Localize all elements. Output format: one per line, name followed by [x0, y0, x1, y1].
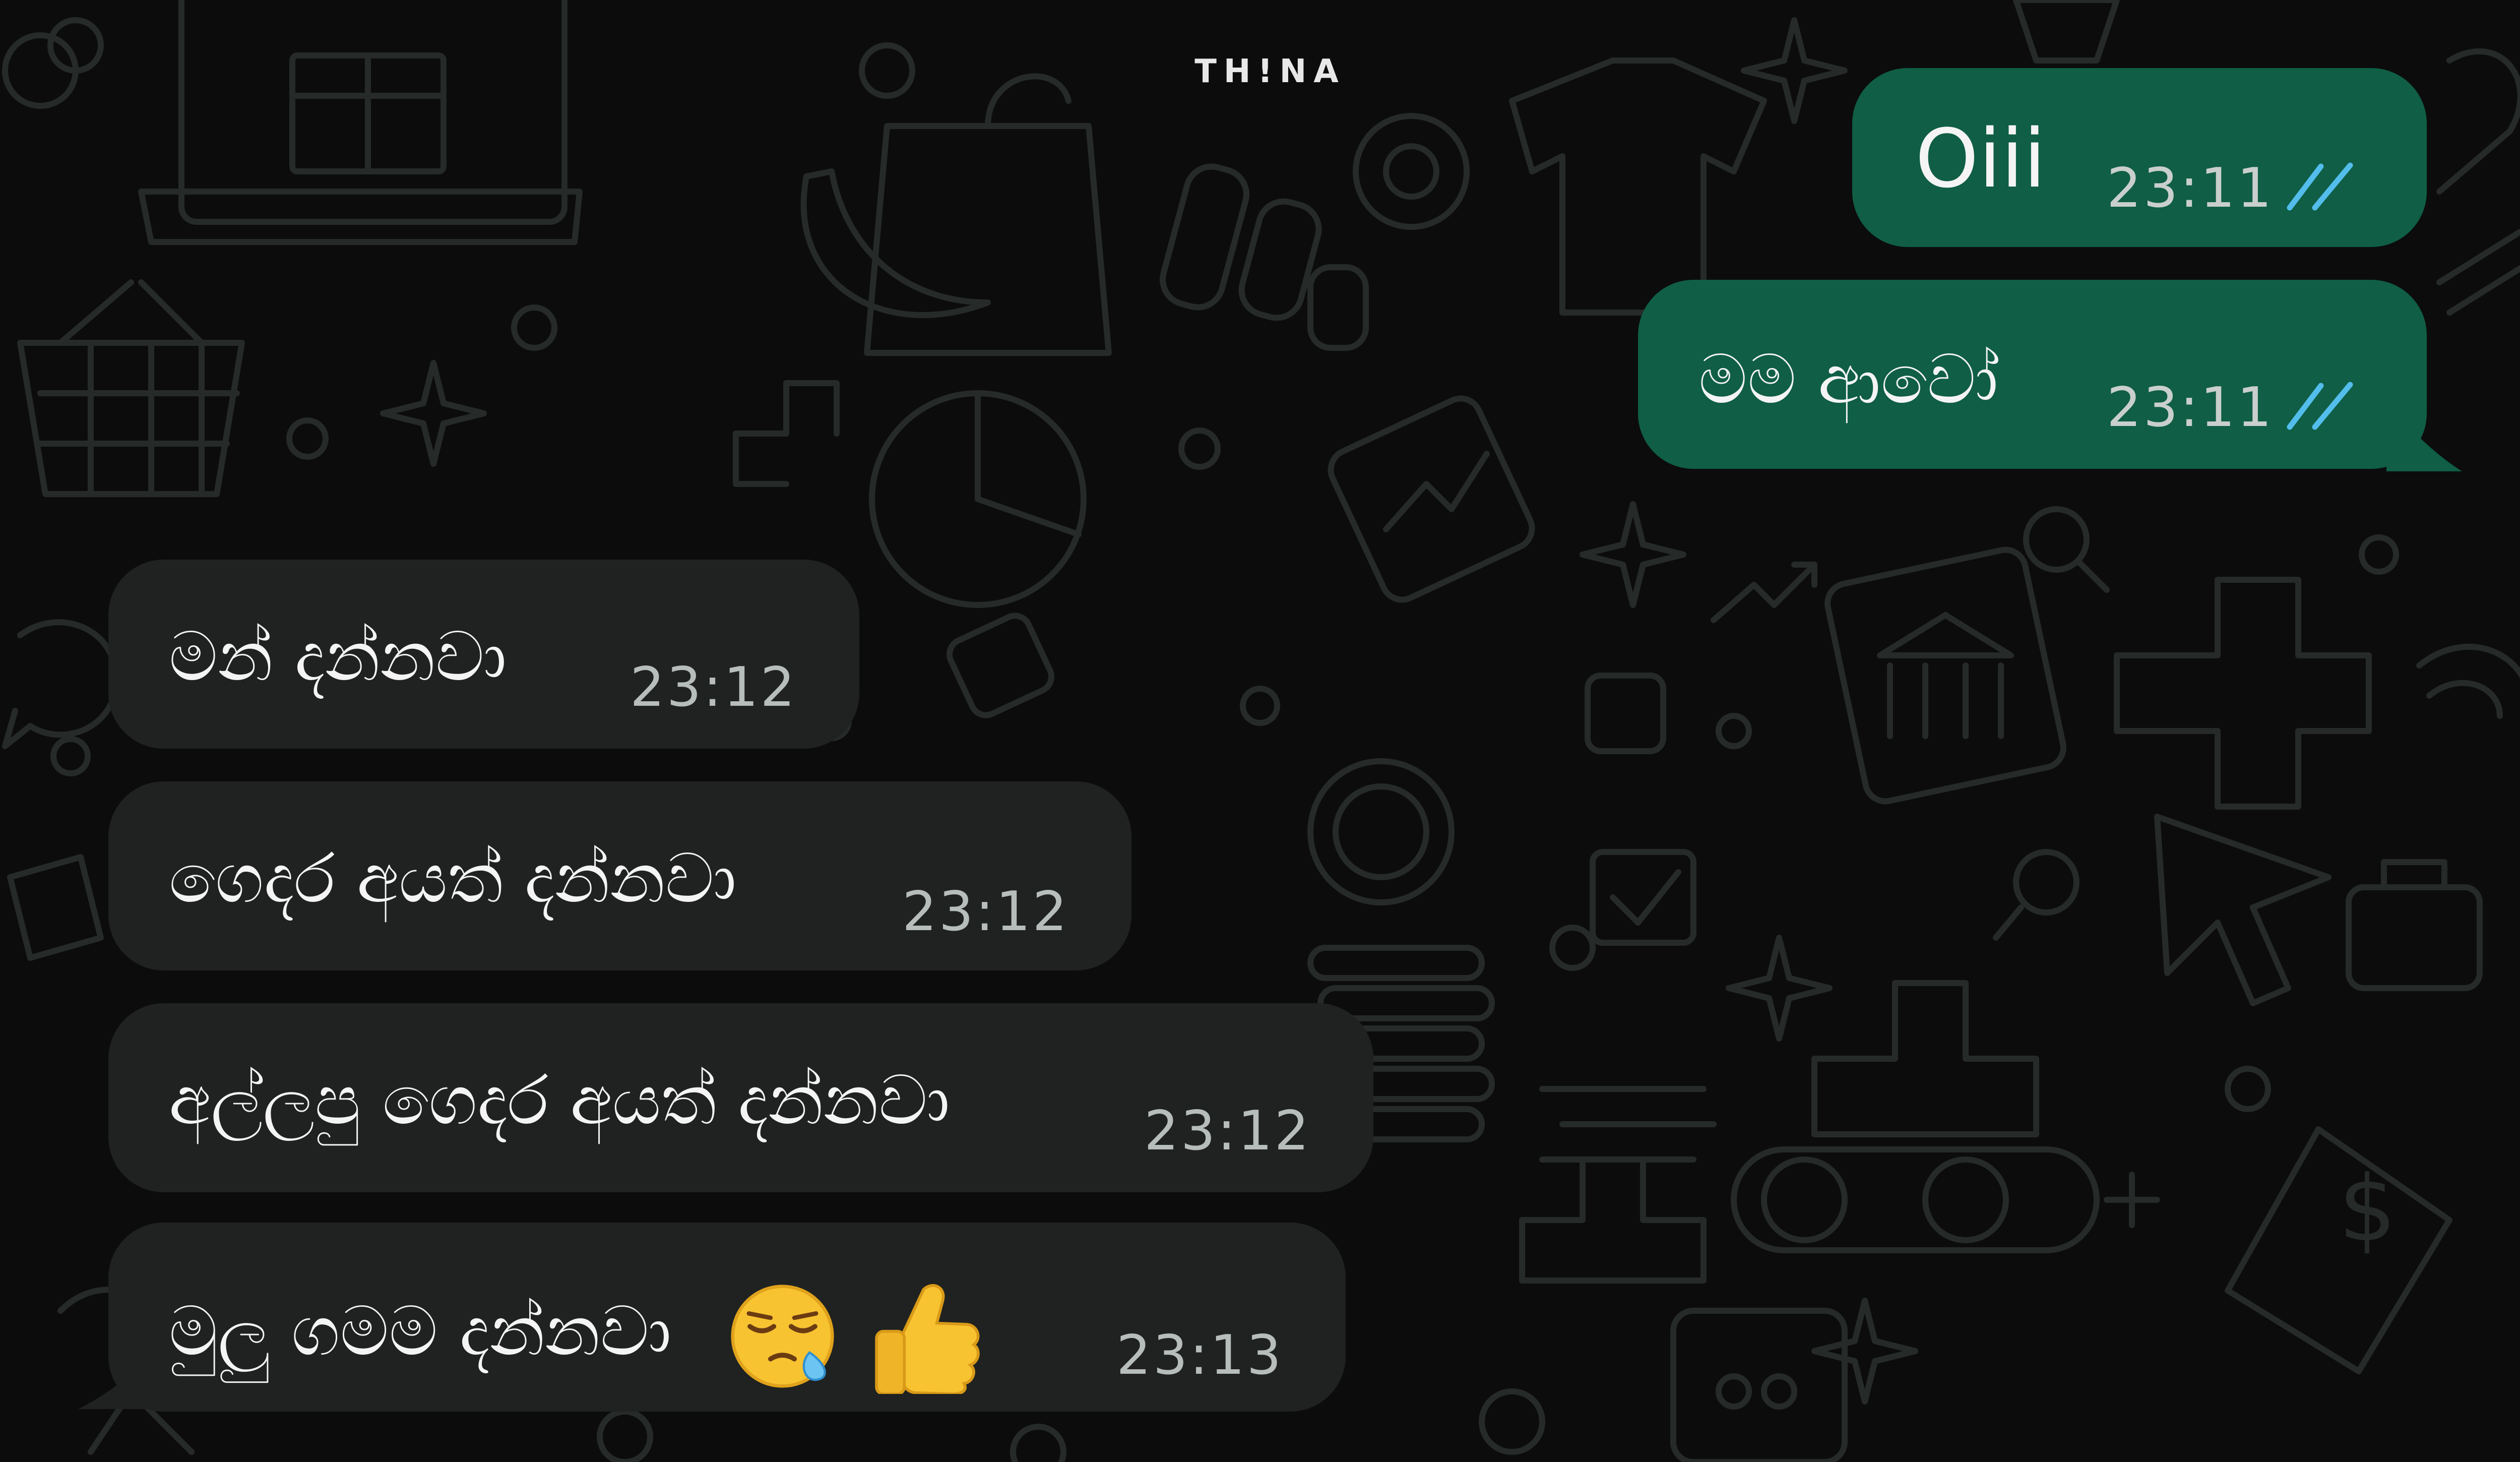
watermark-label: TH!NA — [1194, 53, 1346, 90]
message-text: අල්ලපු ගෙදර අයත් දන්නවා — [169, 1061, 950, 1140]
message-time: 23:12 — [630, 656, 797, 719]
message-time: 23:12 — [902, 880, 1069, 943]
message-time: 23:11 — [2107, 376, 2274, 439]
read-ticks-icon — [2287, 162, 2353, 211]
sleepy-face-emoji-icon — [731, 1284, 834, 1388]
read-ticks-icon — [2287, 382, 2353, 430]
message-text: මුලු ගමම දන්නවා — [169, 1278, 984, 1394]
message-time: 23:11 — [2107, 157, 2274, 220]
chat-window: $ TH!NA Oiii 23:11 මම ආවෝ 23:11 මන් දන්න… — [0, 0, 2520, 1462]
bubble-tail — [78, 1349, 156, 1409]
bubble-tail — [2386, 403, 2462, 471]
thumbs-up-emoji-icon — [875, 1284, 980, 1394]
message-time: 23:12 — [1144, 1100, 1311, 1163]
message-incoming[interactable]: ගෙදර අයත් දන්නවා 23:12 — [108, 781, 1131, 970]
message-text: මම ආවෝ — [1698, 340, 1998, 419]
message-incoming[interactable]: මුලු ගමම දන්නවා 23:13 — [108, 1223, 1346, 1412]
message-time: 23:13 — [1116, 1324, 1284, 1387]
message-text: Oiii — [1915, 111, 2046, 206]
message-text-content: මුලු ගමම දන්නවා — [169, 1292, 672, 1371]
message-text: මන් දන්නවා — [169, 617, 507, 696]
svg-text:$: $ — [2339, 1156, 2397, 1262]
message-outgoing[interactable]: මම ආවෝ 23:11 — [1638, 280, 2427, 469]
message-incoming[interactable]: අල්ලපු ගෙදර අයත් දන්නවා 23:12 — [108, 1003, 1373, 1192]
message-outgoing[interactable]: Oiii 23:11 — [1852, 68, 2427, 247]
message-text: ගෙදර අයත් දන්නවා — [169, 839, 737, 918]
message-incoming[interactable]: මන් දන්නවා 23:12 — [108, 560, 859, 749]
